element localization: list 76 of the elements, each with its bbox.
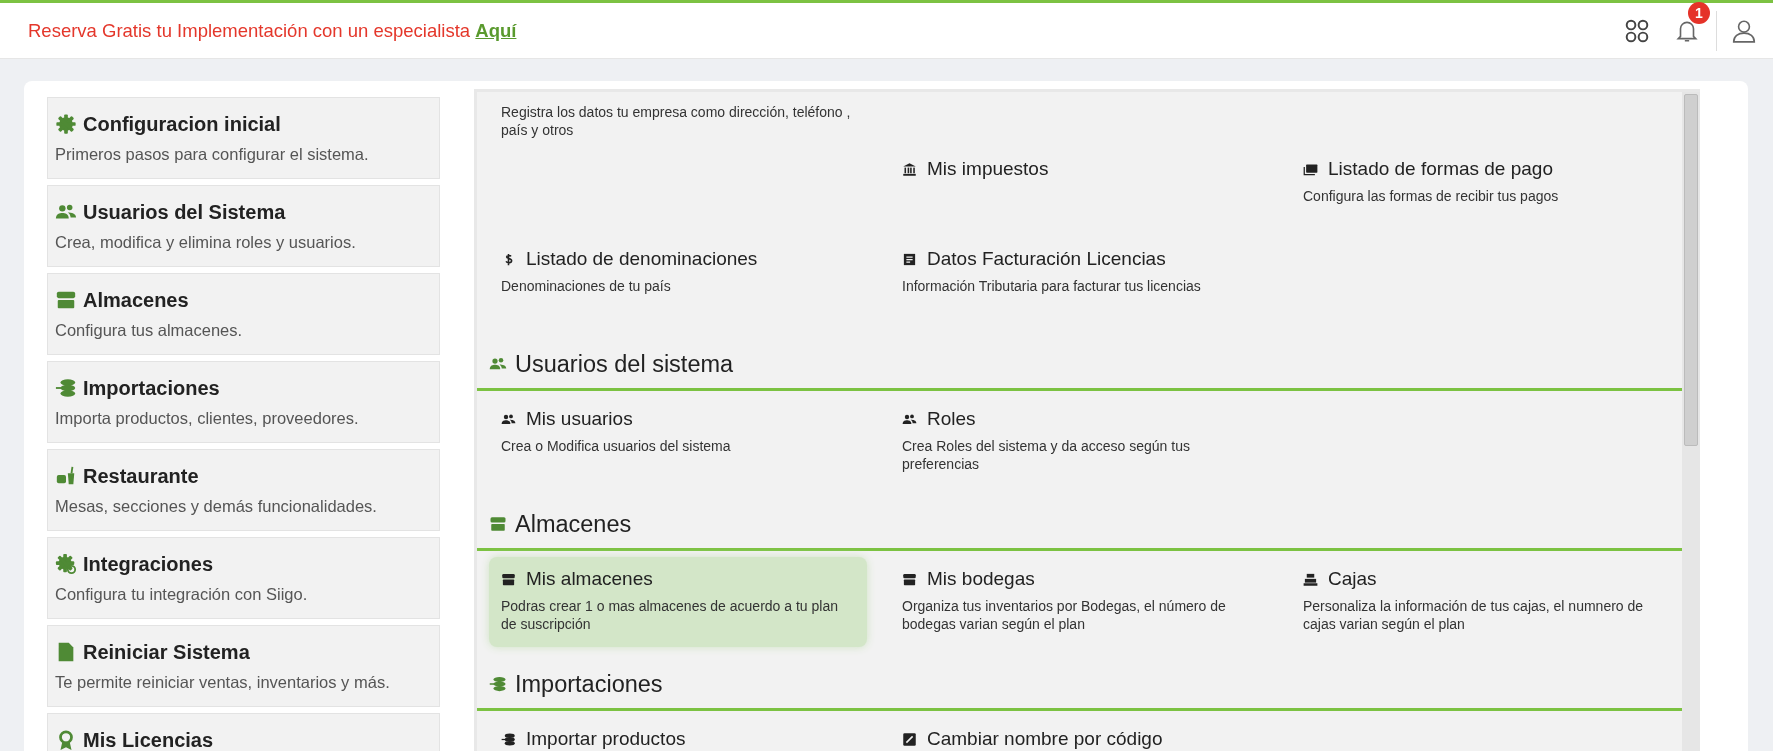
menu-item[interactable]: Listado de denominaciones Denominaciones de tu país (489, 237, 867, 327)
item-title: Mis usuarios (526, 409, 633, 429)
cash-register-icon (1303, 571, 1318, 587)
item-title: Cambiar nombre por código (927, 729, 1163, 749)
item-title: Cajas (1328, 569, 1377, 589)
coins-icon (489, 675, 507, 693)
coins-icon (501, 731, 516, 747)
store-icon (501, 571, 516, 587)
settings-card[interactable]: Integraciones Configura tu integración con Siigo. (47, 537, 440, 619)
card-description: Te permite reiniciar ventas, inventarios y más. (55, 673, 391, 692)
menu-item[interactable]: Mis usuarios Crea o Modifica usuarios del sistema (489, 397, 867, 487)
drink-icon (55, 465, 77, 487)
card-title: Almacenes (83, 289, 189, 311)
card-title: Importaciones (83, 377, 220, 399)
card-title: Reiniciar Sistema (83, 641, 250, 663)
card-description: Crea, modifica y elimina roles y usuarios. (55, 233, 357, 252)
item-title: Mis almacenes (526, 569, 653, 589)
item-title: Listado de formas de pago (1328, 159, 1553, 179)
menu-item[interactable]: Listado de formas de pago Configura las formas de recibir tus pagos (1291, 147, 1669, 237)
section-title: Importaciones (515, 671, 663, 697)
menu-item[interactable]: Mis almacenes Podras crear 1 o mas almacenes de acuerdo a tu plan de suscripción (489, 557, 867, 647)
item-description: Configura las formas de recibir tus pagos (1303, 187, 1560, 205)
item-title: Listado de denominaciones (526, 249, 758, 269)
settings-card[interactable]: Almacenes Configura tus almacenes. (47, 273, 440, 355)
menu-item[interactable]: Datos Facturación Licencias Información Tributaria para facturar tus licencias (890, 237, 1268, 327)
item-description: Crea Roles del sistema y da acceso según tus preferencias (902, 437, 1191, 473)
item-description: Registra los datos tu empresa como dirección, teléfono , país y otros (501, 103, 852, 139)
bank-icon (902, 161, 917, 177)
item-description: Denominaciones de tu país (501, 277, 672, 295)
promo-text: Reserva Gratis tu Implementación con un especialista Aquí (28, 19, 517, 42)
menu-item[interactable]: Roles Crea Roles del sistema y da acceso según tus preferencias (890, 397, 1268, 487)
menu-item[interactable]: Cajas Personaliza la información de tus cajas, el numnero de cajas varian según el plan (1291, 557, 1669, 647)
menu-item[interactable]: Registra los datos tu empresa como dirección, teléfono , país y otros (489, 92, 867, 147)
card-title: Usuarios del Sistema (83, 201, 286, 223)
settings-card[interactable]: Usuarios del Sistema Crea, modifica y elimina roles y usuarios. (47, 185, 440, 267)
gear-icon (55, 553, 77, 575)
apps-icon[interactable] (1624, 17, 1650, 44)
scrollbar-thumb[interactable] (1684, 94, 1698, 446)
card-title: Mis Licencias (83, 729, 214, 751)
scrollbar[interactable] (1682, 92, 1700, 751)
card-description: Configura tus almacenes. (55, 321, 244, 340)
settings-card[interactable]: Importaciones Importa productos, clientes, proveedores. (47, 361, 440, 443)
item-description: Información Tributaria para facturar tus licencias (902, 277, 1202, 295)
card-title: Integraciones (83, 553, 214, 575)
card-description: Importa productos, clientes, proveedores. (55, 409, 360, 428)
item-title: Mis bodegas (927, 569, 1035, 589)
menu-item[interactable]: Cambiar nombre por código (890, 717, 1268, 751)
notification-badge: 1 (1688, 1, 1710, 24)
item-description: Personaliza la información de tus cajas, el numnero de cajas varian según el plan (1303, 597, 1645, 633)
item-description: Organiza tus inventarios por Bodegas, el número de bodegas varian según el plan (902, 597, 1227, 633)
item-description: Crea o Modifica usuarios del sistema (501, 437, 732, 455)
item-title: Roles (927, 409, 976, 429)
store-icon (55, 289, 77, 311)
item-title: Mis impuestos (927, 159, 1049, 179)
card-title: Restaurante (83, 465, 199, 487)
section-title: Usuarios del sistema (515, 351, 734, 377)
item-title: Datos Facturación Licencias (927, 249, 1166, 269)
menu-item[interactable]: Mis impuestos (890, 147, 1268, 237)
coins-icon (55, 377, 77, 399)
settings-card[interactable]: Mis Licencias (47, 713, 440, 751)
settings-card[interactable]: Restaurante Mesas, secciones y demás funcionalidades. (47, 449, 440, 531)
document-icon (902, 251, 917, 267)
store-icon (489, 515, 507, 533)
settings-card[interactable]: Configuracion inicial Primeros pasos para configurar el sistema. (47, 97, 440, 179)
card-title: Configuracion inicial (83, 113, 281, 135)
store-icon (902, 571, 917, 587)
card-description: Configura tu integración con Siigo. (55, 585, 309, 604)
menu-item[interactable]: Mis bodegas Organiza tus inventarios por Bodegas, el número de bodegas varian según el plan (890, 557, 1268, 647)
item-title: Importar productos (526, 729, 686, 749)
card-description: Primeros pasos para configurar el sistema. (55, 145, 370, 164)
menu-item[interactable]: Importar productos (489, 717, 867, 751)
item-description: Podras crear 1 o mas almacenes de acuerdo a tu plan de suscripción (501, 597, 839, 633)
section-title: Almacenes (515, 511, 632, 537)
settings-card[interactable]: Reiniciar Sistema Te permite reiniciar ventas, inventarios y más. (47, 625, 440, 707)
edit-icon (902, 731, 917, 747)
card-description: Mesas, secciones y demás funcionalidades. (55, 497, 378, 516)
